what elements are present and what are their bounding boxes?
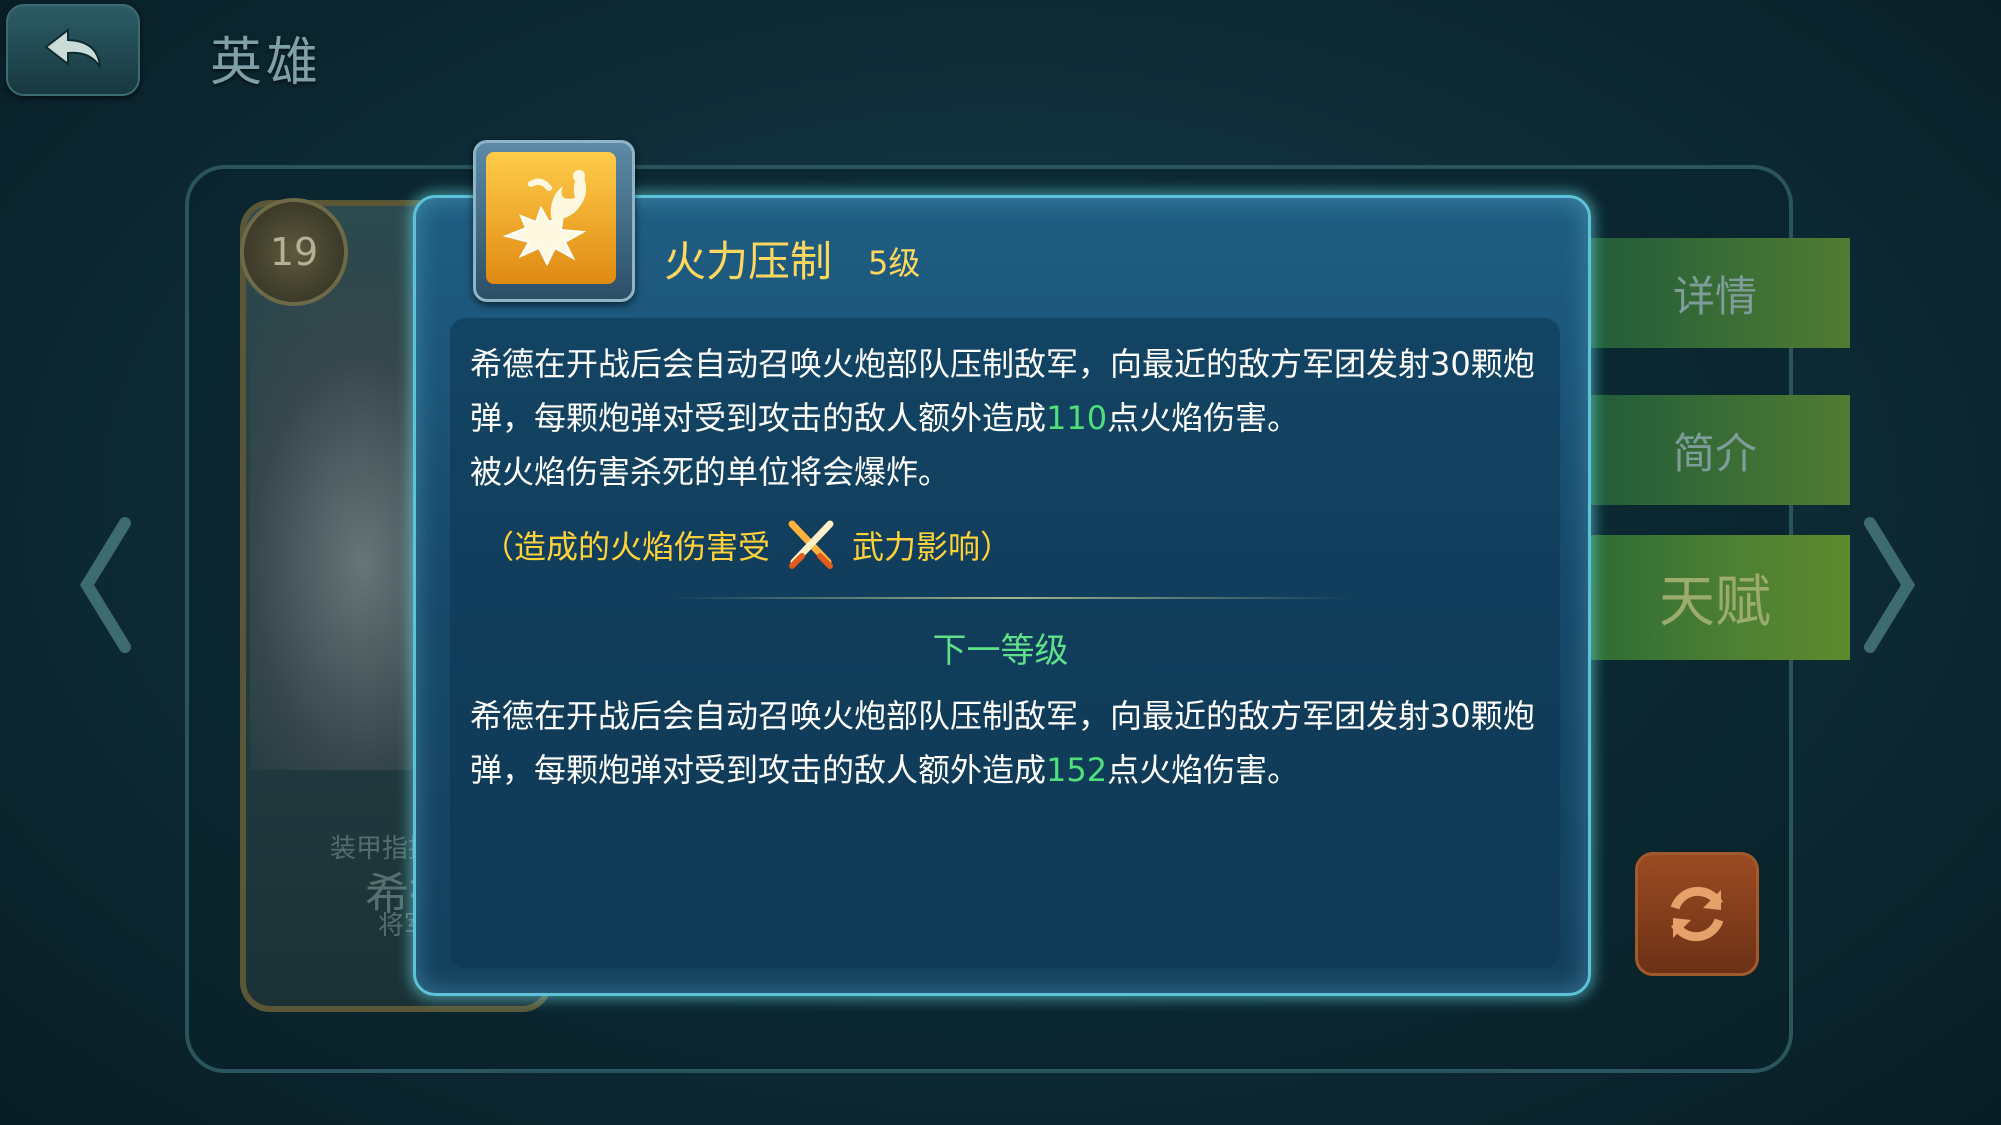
tab-intro[interactable]: 简介 xyxy=(1580,395,1850,505)
back-button[interactable] xyxy=(6,4,140,96)
description-text: 希德在开战后会自动召唤火炮部队压制敌军，向最近的敌方军团发射30颗炮弹，每颗炮弹… xyxy=(470,345,1535,437)
crossed-swords-icon xyxy=(788,520,834,569)
back-arrow-icon xyxy=(44,27,101,68)
influence-text: 武力影响） xyxy=(852,528,1013,566)
skill-name: 火力压制 xyxy=(664,237,833,286)
skill-description-current: 希德在开战后会自动召唤火炮部队压制敌军，向最近的敌方军团发射30颗炮弹，每颗炮弹… xyxy=(470,337,1560,499)
damage-value-current: 110 xyxy=(1046,399,1108,437)
damage-influence-note: （造成的火焰伤害受 武力影响） xyxy=(482,518,1012,572)
fire-cannon-skill-icon xyxy=(486,152,616,284)
skill-description-next: 希德在开战后会自动召唤火炮部队压制敌军，向最近的敌方军团发射30颗炮弹，每颗炮弹… xyxy=(470,689,1560,797)
description-text: 点火焰伤害。 xyxy=(1107,751,1300,789)
page-title: 英雄 xyxy=(210,33,323,93)
divider xyxy=(670,597,1350,599)
tab-details[interactable]: 详情 xyxy=(1580,238,1850,348)
description-text: 被火焰伤害杀死的单位将会爆炸。 xyxy=(470,453,951,491)
next-level-heading: 下一等级 xyxy=(932,631,1069,671)
refresh-icon xyxy=(1670,886,1724,942)
description-text: 希德在开战后会自动召唤火炮部队压制敌军，向最近的敌方军团发射30颗炮弹，每颗炮弹… xyxy=(470,697,1535,789)
hero-level-badge: 19 xyxy=(240,198,348,306)
damage-value-next: 152 xyxy=(1046,751,1108,789)
refresh-button[interactable] xyxy=(1635,852,1759,976)
skill-level: 5级 xyxy=(868,244,921,282)
description-text: 点火焰伤害。 xyxy=(1107,399,1300,437)
influence-text: （造成的火焰伤害受 xyxy=(482,528,771,566)
